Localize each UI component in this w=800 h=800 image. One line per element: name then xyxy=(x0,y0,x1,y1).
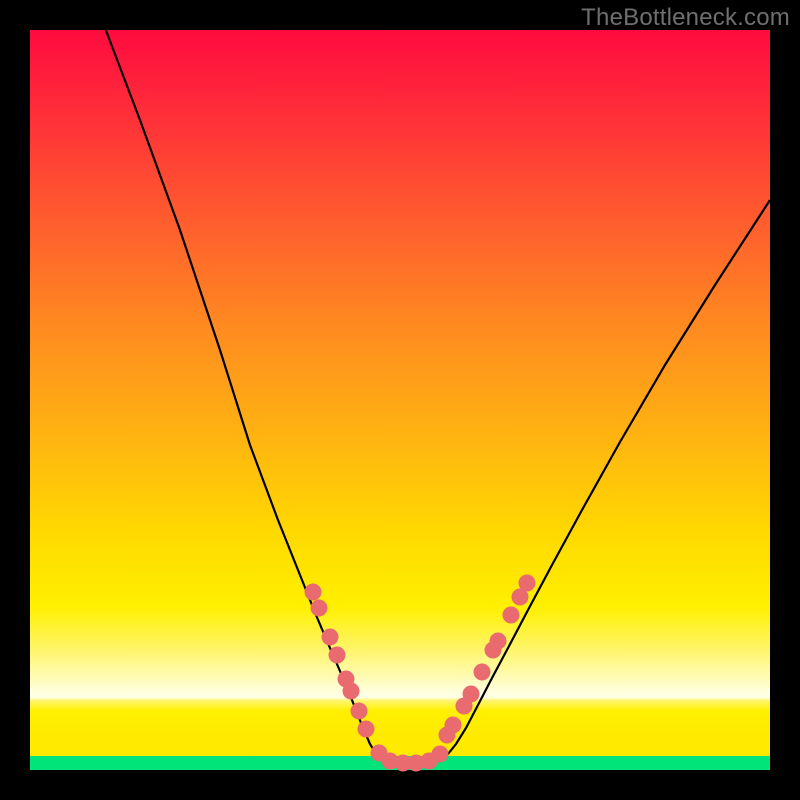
data-dot xyxy=(503,607,520,624)
data-dot xyxy=(358,721,375,738)
data-dot xyxy=(490,633,507,650)
data-dot xyxy=(343,683,360,700)
data-dot xyxy=(519,575,536,592)
chart-frame: TheBottleneck.com xyxy=(0,0,800,800)
data-dot xyxy=(432,746,449,763)
data-dots xyxy=(305,575,536,772)
plot-area xyxy=(30,30,770,770)
data-dot xyxy=(305,584,322,601)
data-dot xyxy=(463,686,480,703)
data-dot xyxy=(445,717,462,734)
bottleneck-curve-layer xyxy=(30,30,770,770)
data-dot xyxy=(474,664,491,681)
bottleneck-curve xyxy=(102,20,770,764)
data-dot xyxy=(351,703,368,720)
data-dot xyxy=(329,647,346,664)
watermark-text: TheBottleneck.com xyxy=(581,4,790,32)
data-dot xyxy=(311,600,328,617)
data-dot xyxy=(322,629,339,646)
